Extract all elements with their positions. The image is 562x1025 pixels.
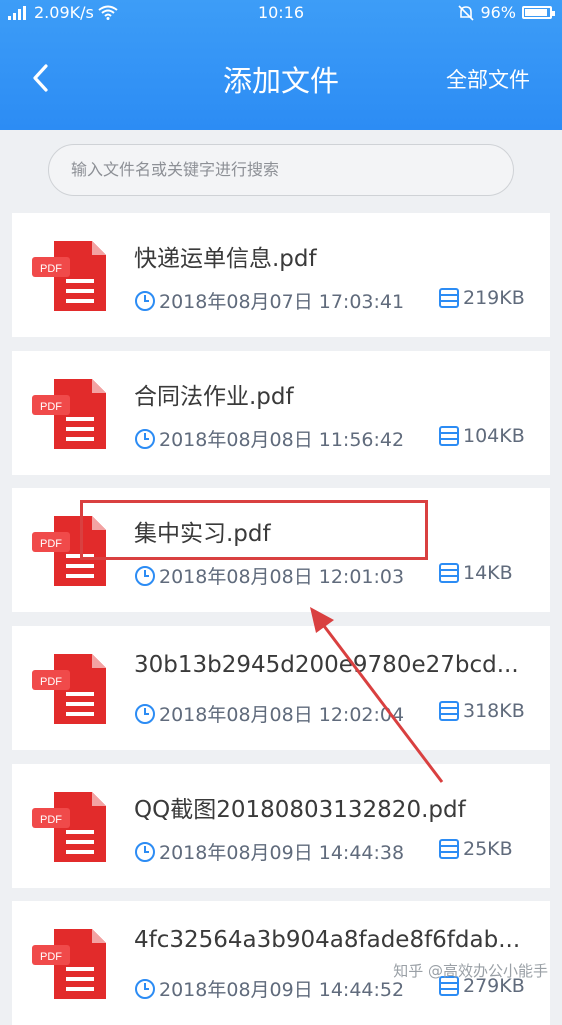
- pdf-file-icon: PDF: [32, 792, 106, 862]
- database-icon: [439, 563, 459, 583]
- file-date: 2018年08月08日 12:02:04: [159, 704, 405, 726]
- file-item[interactable]: PDF 快递运单信息.pdf 2018年08月07日 17:03:41 219K…: [12, 213, 550, 337]
- file-meta: 2018年08月08日 12:01:03 14KB: [134, 562, 513, 589]
- status-bar: 2.09K/s 10:16 96%: [0, 0, 562, 24]
- pdf-icon-label: PDF: [40, 401, 62, 413]
- all-files-button[interactable]: 全部文件: [446, 64, 530, 94]
- file-size: 14KB: [463, 562, 513, 584]
- database-icon: [439, 701, 459, 721]
- size-group: 219KB: [438, 287, 525, 309]
- file-date: 2018年08月07日 17:03:41: [159, 291, 405, 313]
- file-date: 2018年08月08日 11:56:42: [159, 429, 405, 451]
- file-name: QQ截图20180803132820.pdf: [134, 797, 466, 823]
- database-icon: [439, 288, 459, 308]
- clock-icon: [135, 841, 155, 862]
- watermark: 知乎 @高效办公小能手: [393, 962, 548, 980]
- file-date: 2018年08月09日 14:44:38: [159, 842, 405, 864]
- file-date: 2018年08月09日 14:44:52: [159, 979, 405, 1001]
- search-input[interactable]: 输入文件名或关键字进行搜索: [48, 144, 514, 196]
- pdf-icon-label: PDF: [40, 263, 62, 275]
- battery-icon: [522, 6, 555, 19]
- size-group: 104KB: [438, 425, 525, 447]
- file-size: 104KB: [463, 425, 525, 447]
- mute-bell-icon: [458, 4, 475, 21]
- clock-icon: [135, 290, 155, 311]
- database-icon: [439, 839, 459, 859]
- battery-percent: 96%: [480, 3, 516, 22]
- file-name: 合同法作业.pdf: [134, 384, 294, 410]
- file-name: 4fc32564a3b904a8fade8f6fdab...: [134, 927, 521, 953]
- pdf-icon-label: PDF: [40, 814, 62, 826]
- highlight-box: [80, 500, 428, 560]
- file-name: 快递运单信息.pdf: [134, 246, 317, 272]
- file-date: 2018年08月08日 12:01:03: [159, 566, 405, 588]
- clock-icon: [135, 428, 155, 449]
- size-group: 25KB: [438, 838, 513, 860]
- file-size: 318KB: [463, 700, 525, 722]
- file-size: 219KB: [463, 287, 525, 309]
- pdf-file-icon: PDF: [32, 929, 106, 999]
- clock-icon: [135, 565, 155, 586]
- app-header: 2.09K/s 10:16 96% 添加文件 全部文件: [0, 0, 562, 130]
- file-meta: 2018年08月08日 11:56:42 104KB: [134, 425, 525, 452]
- clock-icon: [135, 703, 155, 724]
- pdf-file-icon: PDF: [32, 654, 106, 724]
- pdf-file-icon: PDF: [32, 241, 106, 311]
- pdf-icon-label: PDF: [40, 676, 62, 688]
- size-group: 318KB: [438, 700, 525, 722]
- size-group: 14KB: [438, 562, 513, 584]
- file-size: 25KB: [463, 838, 513, 860]
- pdf-file-icon: PDF: [32, 379, 106, 449]
- file-meta: 2018年08月07日 17:03:41 219KB: [134, 287, 525, 314]
- file-item[interactable]: PDF 合同法作业.pdf 2018年08月08日 11:56:42 104KB: [12, 351, 550, 475]
- file-meta: 2018年08月09日 14:44:52 279KB: [134, 975, 525, 1002]
- database-icon: [439, 426, 459, 446]
- file-meta: 2018年08月08日 12:02:04 318KB: [134, 700, 525, 727]
- file-item[interactable]: PDF 30b13b2945d200e9780e27bcd... 2018年08…: [12, 626, 550, 750]
- file-name: 30b13b2945d200e9780e27bcd...: [134, 652, 519, 678]
- status-right-group: 96%: [458, 3, 555, 22]
- file-item[interactable]: PDF QQ截图20180803132820.pdf 2018年08月09日 1…: [12, 764, 550, 888]
- file-meta: 2018年08月09日 14:44:38 25KB: [134, 838, 513, 865]
- pdf-icon-label: PDF: [40, 538, 62, 550]
- clock-icon: [135, 978, 155, 999]
- pdf-icon-label: PDF: [40, 951, 62, 963]
